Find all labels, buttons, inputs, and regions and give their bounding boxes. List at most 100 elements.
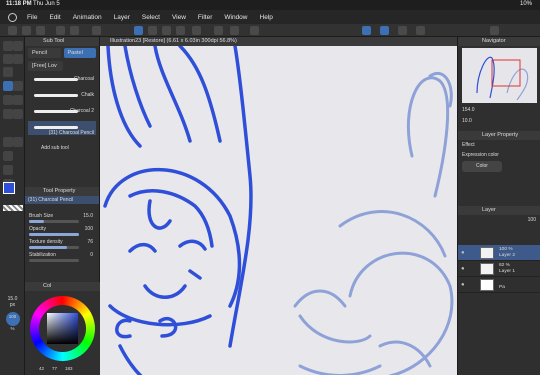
brush-label: Charcoal 2 (69, 108, 94, 114)
visibility-icon[interactable]: ● (461, 250, 465, 256)
canvas-tab-title[interactable]: Illustration23 [Restore] (6.61 x 6.03in … (100, 37, 457, 46)
snap-icon[interactable] (250, 26, 259, 35)
menu-layer[interactable]: Layer (114, 14, 130, 21)
fill-tool-icon[interactable] (3, 137, 13, 147)
menu-select[interactable]: Select (142, 14, 160, 21)
undo-icon[interactable] (56, 26, 65, 35)
stabilization-row[interactable]: Stabilization 0 (25, 251, 99, 264)
settings-icon[interactable] (22, 26, 31, 35)
visibility-icon[interactable]: ● (461, 266, 465, 272)
prop-slider[interactable] (29, 233, 79, 236)
shape-icon[interactable] (3, 151, 13, 161)
canvas-area[interactable]: Illustration23 [Restore] (6.61 x 6.03in … (100, 37, 457, 375)
line-body (118, 344, 143, 375)
prop-slider[interactable] (29, 220, 79, 223)
brush-stroke-preview (34, 126, 78, 129)
artwork-canvas[interactable] (100, 46, 457, 375)
texture-density-row[interactable]: Texture density 76 (25, 238, 99, 251)
move-icon[interactable] (3, 54, 13, 64)
select-icon[interactable] (13, 54, 23, 64)
visibility-icon[interactable]: ● (461, 282, 465, 288)
hue-ring[interactable] (30, 296, 95, 361)
hue-value[interactable]: 42 (39, 366, 44, 371)
slider-fill (29, 220, 44, 223)
brush-chalk[interactable]: Chalk (28, 89, 96, 103)
panel-toggle-icon[interactable] (490, 26, 499, 35)
gradient-icon[interactable] (13, 137, 23, 147)
pen-mode-icon[interactable] (134, 26, 143, 35)
perspective-icon[interactable] (380, 26, 389, 35)
tab-pencil[interactable]: Pencil (28, 48, 61, 58)
main-color-swatch[interactable] (3, 182, 15, 194)
nav-bunny-right (506, 68, 529, 101)
saturation-value-square[interactable] (47, 313, 78, 344)
zoom-row[interactable]: 154.0 (458, 105, 540, 116)
layer-row[interactable]: ● Pa (458, 277, 540, 293)
brush-tool-icon[interactable] (3, 95, 13, 105)
menu-bar: File Edit Animation Layer Select View Fi… (0, 10, 540, 24)
grid-icon[interactable] (398, 26, 407, 35)
layer-opacity-value[interactable]: 100 (528, 217, 536, 223)
effect-label: Effect (462, 142, 475, 148)
text-tool-icon[interactable] (3, 165, 13, 175)
rotate-icon[interactable] (92, 26, 101, 35)
add-subtool-button[interactable]: Add sub tool (25, 137, 99, 151)
layout-icon[interactable] (36, 26, 45, 35)
menu-help[interactable]: Help (260, 14, 273, 21)
menu-filter[interactable]: Filter (198, 14, 212, 21)
guide-icon[interactable] (416, 26, 425, 35)
app-logo-icon[interactable] (8, 12, 17, 22)
current-brush-name: (31) Charcoal Pencil (25, 196, 99, 204)
layer-row[interactable]: ● 82 % Layer 1 (458, 261, 540, 277)
eyedropper-icon[interactable] (3, 67, 13, 77)
layer-mode-icon[interactable] (162, 26, 171, 35)
brush-charcoal[interactable]: Charcoal (28, 73, 96, 87)
saturation-value[interactable]: 77 (52, 366, 57, 371)
prop-value[interactable]: 76 (87, 239, 93, 245)
brightness-value[interactable]: 183 (65, 366, 73, 371)
brush-group-selector[interactable]: [Free] Lov (28, 61, 63, 71)
prop-value[interactable]: 0 (90, 252, 93, 258)
prop-slider[interactable] (29, 259, 79, 262)
expression-color-select[interactable]: Color (462, 161, 502, 172)
transparent-swatch[interactable] (3, 205, 23, 211)
home-icon[interactable] (8, 26, 17, 35)
slider-fill (29, 233, 79, 236)
save-icon[interactable] (192, 26, 201, 35)
angle-row[interactable]: 10.0 (458, 116, 540, 127)
menu-file[interactable]: File (27, 14, 37, 21)
prop-value[interactable]: 100 (85, 226, 93, 232)
brush-size-row[interactable]: Brush Size 15.0 (25, 212, 99, 225)
menu-view[interactable]: View (172, 14, 186, 21)
fill-icon[interactable] (148, 26, 157, 35)
hand-icon[interactable] (13, 41, 23, 51)
brush-charcoal-2[interactable]: Charcoal 2 (28, 105, 96, 119)
menu-animation[interactable]: Animation (73, 14, 102, 21)
transform-icon[interactable] (214, 26, 223, 35)
color-mode-icon[interactable] (176, 26, 185, 35)
size-opacity-indicator: 15.0 px 100 % (0, 280, 25, 331)
blend-icon[interactable] (13, 109, 23, 119)
zoom-icon[interactable] (3, 41, 13, 51)
eraser-icon[interactable] (3, 109, 13, 119)
opacity-indicator[interactable]: 100 (5, 312, 20, 326)
ruler-icon[interactable] (362, 26, 371, 35)
zoom-value[interactable]: 154.0 (462, 107, 475, 113)
brush-charcoal-pencil[interactable]: (31) Charcoal Pencil (28, 121, 96, 136)
navigator-preview[interactable] (462, 48, 537, 103)
subtool-panel: Sub Tool Pencil Pastel [Free] Lov Charco… (25, 37, 100, 187)
pen-tool-icon[interactable] (13, 81, 23, 91)
brush-stroke-preview (34, 94, 78, 97)
opacity-row[interactable]: Opacity 100 (25, 225, 99, 238)
airbrush-icon[interactable] (13, 95, 23, 105)
pencil-tool-icon[interactable] (3, 81, 13, 91)
tab-pastel[interactable]: Pastel (63, 48, 96, 58)
angle-value[interactable]: 10.0 (462, 118, 472, 124)
flip-icon[interactable] (230, 26, 239, 35)
menu-edit[interactable]: Edit (49, 14, 60, 21)
menu-window[interactable]: Window (224, 14, 247, 21)
prop-value[interactable]: 15.0 (83, 213, 93, 219)
prop-slider[interactable] (29, 246, 79, 249)
redo-icon[interactable] (70, 26, 79, 35)
layer-row[interactable]: ● 100 % Layer 2 (458, 245, 540, 261)
